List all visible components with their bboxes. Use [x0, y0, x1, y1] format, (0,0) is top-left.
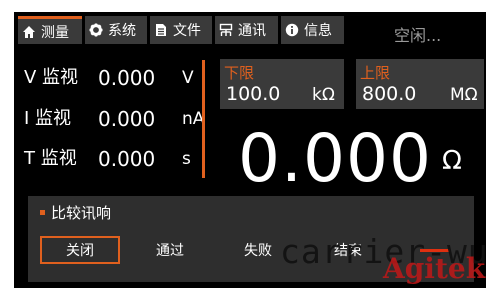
monitor-label: V 监视 — [24, 67, 79, 88]
tab-label: 通讯 — [238, 23, 266, 39]
upper-limit-box[interactable]: 上限 800.0 MΩ — [356, 59, 484, 109]
monitor-unit: V — [182, 68, 194, 88]
status-text: 空闲... — [394, 26, 442, 45]
tab-file[interactable]: 文件 — [150, 16, 212, 44]
option-off[interactable]: 关闭 — [40, 236, 120, 264]
measurement-value: 0.000 — [238, 120, 432, 197]
lower-limit-box[interactable]: 下限 100.0 kΩ — [220, 59, 344, 109]
tab-label: 信息 — [304, 23, 332, 39]
option-pass[interactable]: 通过 — [130, 236, 210, 264]
lower-limit-value: 100.0 — [226, 83, 281, 105]
tab-info[interactable]: 信息 — [281, 16, 344, 44]
tab-label: 测量 — [41, 24, 69, 41]
tab-bar: 测量 系统 文件 通讯 信息 空闲... — [14, 12, 486, 48]
gear-icon — [89, 23, 103, 37]
watermark-logo: Agitek — [383, 252, 486, 285]
upper-limit-title: 上限 — [360, 64, 391, 82]
orange-divider — [202, 60, 205, 178]
lower-limit-unit: kΩ — [312, 85, 335, 105]
tab-label: 系统 — [108, 23, 136, 39]
tab-label: 文件 — [173, 23, 201, 39]
upper-limit-value: 800.0 — [362, 83, 417, 105]
tab-measure[interactable]: 测量 — [18, 16, 82, 44]
upper-limit-unit: MΩ — [450, 85, 478, 105]
tab-system[interactable]: 系统 — [85, 16, 147, 44]
tab-comm[interactable]: 通讯 — [215, 16, 278, 44]
info-icon — [285, 23, 299, 37]
monitor-label: I 监视 — [24, 108, 72, 129]
file-icon — [156, 24, 166, 36]
measurement-unit: Ω — [442, 146, 462, 176]
panel-header: 比较讯响 — [40, 202, 111, 223]
panel-title: 比较讯响 — [51, 204, 112, 222]
home-icon — [23, 25, 35, 38]
monitor-unit: s — [182, 149, 191, 169]
network-icon — [219, 23, 233, 36]
orange-bullet-icon — [40, 210, 45, 215]
monitor-value: 0.000 — [98, 147, 156, 171]
monitor-value: 0.000 — [98, 107, 156, 131]
monitor-label: T 监视 — [24, 148, 77, 169]
monitor-value: 0.000 — [98, 66, 156, 90]
lower-limit-title: 下限 — [224, 64, 255, 82]
